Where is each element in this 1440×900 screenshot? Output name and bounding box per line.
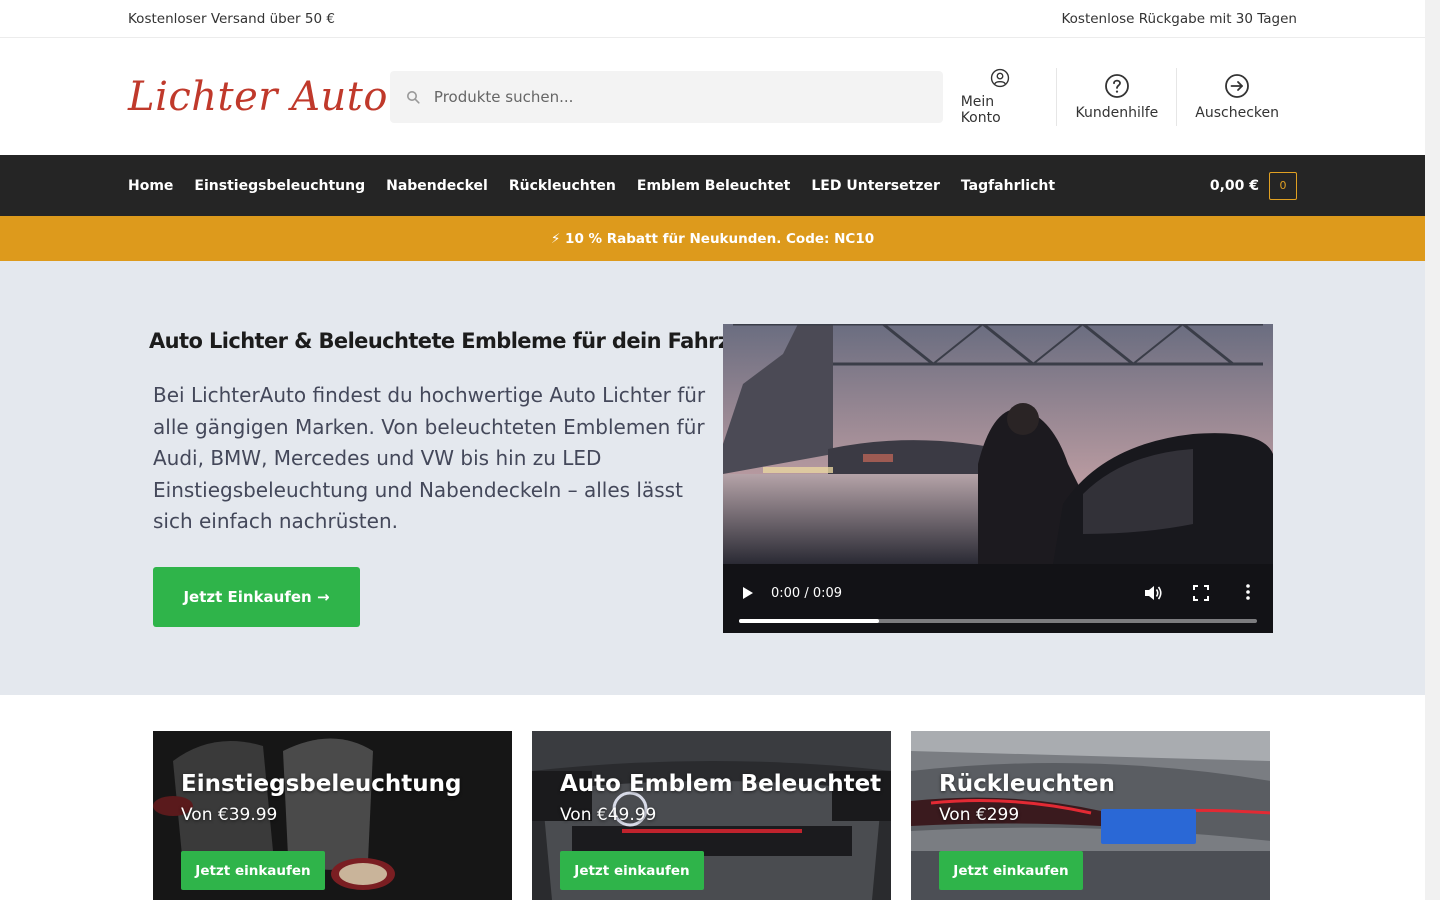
customer-help-link[interactable]: Kundenhilfe	[1056, 67, 1176, 126]
my-account-link[interactable]: Mein Konto	[943, 68, 1057, 126]
free-returns-text: Kostenlose Rückgabe mit 30 Tagen	[1061, 10, 1297, 27]
search-icon	[406, 90, 420, 104]
checkout-label: Auschecken	[1195, 104, 1279, 121]
search-bar[interactable]	[389, 70, 943, 123]
video-time: 0:00 / 0:09	[771, 586, 843, 601]
nav-item-einstiegsbeleuchtung[interactable]: Einstiegsbeleuchtung	[194, 178, 365, 194]
category-price: Von €39.99	[181, 805, 278, 825]
video-progress-bar[interactable]	[739, 619, 1257, 623]
nav-item-nabendeckel[interactable]: Nabendeckel	[386, 178, 488, 194]
category-shop-button[interactable]: Jetzt einkaufen	[181, 851, 325, 890]
page: Kostenloser Versand über 50 € Kostenlose…	[0, 0, 1425, 900]
category-shop-button[interactable]: Jetzt einkaufen	[560, 851, 704, 890]
hero-description: Bei LichterAuto findest du hochwertige A…	[153, 383, 706, 533]
arrow-right-circle-icon	[1225, 73, 1250, 98]
nav-item-home[interactable]: Home	[128, 178, 173, 194]
nav-item-rueckleuchten[interactable]: Rückleuchten	[509, 178, 616, 194]
promo-banner: ⚡ 10 % Rabatt für Neukunden. Code: NC10	[0, 216, 1425, 261]
category-card-einstiegsbeleuchtung[interactable]: Einstiegsbeleuchtung Von €39.99 Jetzt ei…	[153, 731, 512, 900]
header-links: Mein Konto Kundenhilfe Auschecken	[943, 67, 1297, 126]
search-input[interactable]	[433, 87, 914, 106]
main-navigation: Home Einstiegsbeleuchtung Nabendeckel Rü…	[0, 155, 1425, 216]
nav-item-emblem-beleuchtet[interactable]: Emblem Beleuchtet	[637, 178, 791, 194]
fullscreen-icon[interactable]	[1192, 584, 1210, 602]
hero-video[interactable]: 0:00 / 0:09	[723, 324, 1273, 633]
cart-total: 0,00 €	[1209, 177, 1259, 194]
category-title: Einstiegsbeleuchtung	[181, 771, 462, 797]
site-logo[interactable]: Lichter Auto	[128, 74, 390, 120]
cart-count-badge: 0	[1269, 171, 1297, 200]
nav-item-led-untersetzer[interactable]: LED Untersetzer	[811, 178, 939, 194]
category-title: Rückleuchten	[939, 771, 1115, 797]
checkout-link[interactable]: Auschecken	[1176, 67, 1297, 126]
video-progress-fill	[739, 619, 879, 623]
more-options-icon[interactable]	[1243, 582, 1253, 602]
help-circle-icon	[1104, 73, 1129, 98]
top-bar: Kostenloser Versand über 50 € Kostenlose…	[0, 0, 1425, 38]
category-card-rueckleuchten[interactable]: Rückleuchten Von €299 Jetzt einkaufen	[911, 731, 1270, 900]
promo-text: ⚡ 10 % Rabatt für Neukunden. Code: NC10	[550, 230, 875, 247]
category-cards: Einstiegsbeleuchtung Von €39.99 Jetzt ei…	[153, 731, 1270, 900]
volume-icon[interactable]	[1143, 583, 1163, 603]
scrollbar[interactable]	[1425, 0, 1440, 900]
nav-item-tagfahrlicht[interactable]: Tagfahrlicht	[961, 178, 1055, 194]
category-price: Von €49.99	[560, 805, 657, 825]
category-title: Auto Emblem Beleuchtet	[560, 771, 882, 797]
category-price: Von €299	[939, 805, 1020, 825]
play-icon[interactable]	[739, 585, 755, 601]
hero-title: Auto Lichter & Beleuchtete Embleme für d…	[149, 329, 773, 353]
video-controls: 0:00 / 0:09	[723, 563, 1273, 633]
customer-help-label: Kundenhilfe	[1075, 104, 1159, 121]
category-shop-button[interactable]: Jetzt einkaufen	[939, 851, 1083, 890]
category-card-emblem[interactable]: Auto Emblem Beleuchtet Von €49.99 Jetzt …	[532, 731, 891, 900]
user-circle-icon	[990, 68, 1009, 87]
cart-link[interactable]: 0,00 € 0	[1209, 171, 1297, 200]
free-shipping-text: Kostenloser Versand über 50 €	[128, 10, 335, 27]
site-header: Lichter Auto Mein Konto	[0, 38, 1425, 155]
my-account-label: Mein Konto	[960, 93, 1001, 126]
hero-section: Auto Lichter & Beleuchtete Embleme für d…	[0, 261, 1425, 695]
shop-now-button[interactable]: Jetzt Einkaufen →	[153, 567, 360, 627]
